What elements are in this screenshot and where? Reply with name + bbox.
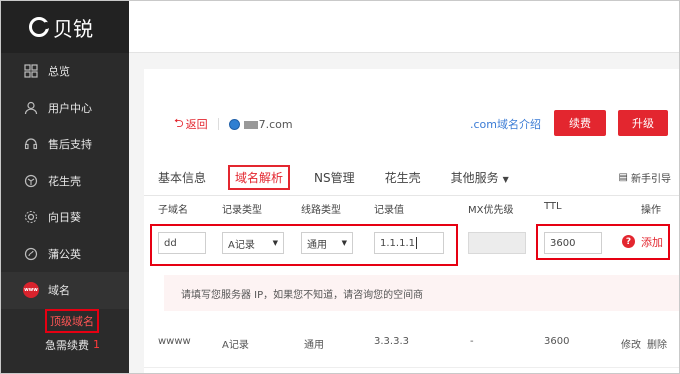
record-type-value: A记录 [228,239,255,251]
tab-label: 其他服务 [450,170,499,185]
cell-record-value: 3.3.3.3 [374,336,409,347]
guide-label: 新手引导 [631,173,671,185]
back-label: 返回 [185,118,208,131]
header-line-type: 线路类型 [301,205,341,216]
record-value-hint: 请填写您服务器 IP，如果您不知道，请咨询您的空间商 [164,275,679,311]
beginner-guide-link[interactable]: ▤ 新手引导 [619,170,671,185]
sidebar-item-label: 用户中心 [48,101,92,115]
domain-suffix: 7.com [258,117,293,131]
table-row: wwww A记录 通用 3.3.3.3 - 3600 修改 删除 [144,331,679,353]
peanut-icon [23,173,39,189]
subdomain-input[interactable]: dd [158,232,206,254]
tab-divider [144,195,679,196]
user-icon [23,100,39,116]
guide-icon: ▤ [618,171,628,183]
header-subdomain: 子域名 [158,205,188,216]
record-type-select[interactable]: A记录 ▼ [222,232,284,254]
sidebar-item-domain[interactable]: www 域名 [1,272,129,309]
domain-panel: ⮌ 返回 7.com .com域名介绍 续费 升级 基本信息 域名解析 NS管理… [144,69,679,373]
header-record-type: 记录类型 [222,205,262,216]
back-arrow-icon: ⮌ [174,115,184,130]
help-icon[interactable]: ? [622,235,635,248]
line-type-select[interactable]: 通用 ▼ [301,232,353,254]
domain-intro-link[interactable]: .com域名介绍 [470,116,541,132]
row-divider [144,367,679,368]
www-badge: www [23,282,39,299]
dropdown-arrow-icon: ▼ [272,239,278,247]
tab-other-services[interactable]: 其他服务 ▼ [451,169,509,186]
cell-subdomain: wwww [158,336,191,347]
grid-icon [23,63,39,79]
domain-info-bar: ⮌ 返回 7.com .com域名介绍 续费 升级 [174,110,679,136]
cell-line-type: 通用 [304,340,324,351]
renew-button[interactable]: 续费 [554,110,606,136]
header-record-value: 记录值 [374,205,404,216]
sidebar-item-pgy[interactable]: 蒲公英 [1,236,129,273]
cell-record-type: A记录 [222,340,249,351]
dropdown-arrow-icon: ▼ [341,239,347,247]
sunflower-icon [23,209,39,225]
sidebar-item-overview[interactable]: 总览 [1,53,129,90]
headset-icon [23,136,39,152]
logo[interactable]: 贝锐 [1,1,129,53]
domain-name: 7.com [243,117,293,131]
caret-down-icon: ▼ [502,174,509,184]
sidebar-subitem-label: 急需续费 [45,338,89,352]
header-actions: 操作 [641,205,661,216]
sidebar-item-label: 售后支持 [48,138,92,152]
sidebar-item-label: 蒲公英 [48,247,81,261]
sidebar-item-label: 域名 [48,284,70,298]
sidebar: 贝锐 总览 用户中心 售后支持 花生壳 向日葵 蒲公英 www 域名 顶级域名 … [1,1,129,373]
ttl-input[interactable]: 3600 [544,232,602,254]
sidebar-subitem-urgent-renew[interactable]: 急需续费 1 [1,333,129,357]
sidebar-item-label: 向日葵 [48,211,81,225]
globe-icon [228,118,240,130]
sidebar-item-label: 花生壳 [48,174,81,188]
tab-bar: 基本信息 域名解析 NS管理 花生壳 其他服务 ▼ ▤ 新手引导 [158,163,679,191]
www-icon: www [23,282,39,299]
logo-text: 贝锐 [53,16,93,41]
add-record-link[interactable]: 添加 [641,234,663,250]
tab-ns-management[interactable]: NS管理 [314,169,355,186]
sidebar-item-oray-peanut[interactable]: 花生壳 [1,163,129,200]
line-type-value: 通用 [307,239,327,251]
divider [217,118,219,130]
sidebar-subitem-label: 顶级域名 [45,308,99,333]
sidebar-item-support[interactable]: 售后支持 [1,126,129,163]
text-cursor [416,237,417,249]
cell-mx-priority: - [470,336,474,347]
renew-count-badge: 1 [93,338,100,351]
tab-dns-resolution[interactable]: 域名解析 [228,164,291,190]
dandelion-icon [23,246,39,262]
back-link[interactable]: ⮌ 返回 [174,114,208,135]
new-record-row: dd A记录 ▼ 通用 ▼ 1.1.1.1 3600 ? 添加 [144,219,679,269]
sidebar-item-user-center[interactable]: 用户中心 [1,90,129,127]
top-bar [129,1,679,53]
cell-ttl: 3600 [544,336,570,347]
masked-text [243,120,258,129]
record-value-input[interactable]: 1.1.1.1 [374,232,444,254]
delete-record-link[interactable]: 删除 [647,336,667,351]
tab-basic-info[interactable]: 基本信息 [158,169,206,186]
header-ttl: TTL [544,201,562,212]
sidebar-subitem-top-domain[interactable]: 顶级域名 [1,308,129,333]
record-value-text: 1.1.1.1 [380,237,415,249]
tab-peanut[interactable]: 花生壳 [385,169,421,186]
logo-ring-icon [29,17,50,37]
header-mx-priority: MX优先级 [468,205,514,216]
upgrade-button[interactable]: 升级 [618,110,668,136]
table-header: 子域名 记录类型 线路类型 记录值 MX优先级 TTL 操作 [144,198,679,216]
sidebar-item-label: 总览 [48,65,70,79]
sidebar-item-sunlogin[interactable]: 向日葵 [1,199,129,236]
app-window: 贝锐 总览 用户中心 售后支持 花生壳 向日葵 蒲公英 www 域名 顶级域名 … [0,0,680,374]
edit-record-link[interactable]: 修改 [621,336,641,351]
mx-priority-input[interactable] [468,232,526,254]
